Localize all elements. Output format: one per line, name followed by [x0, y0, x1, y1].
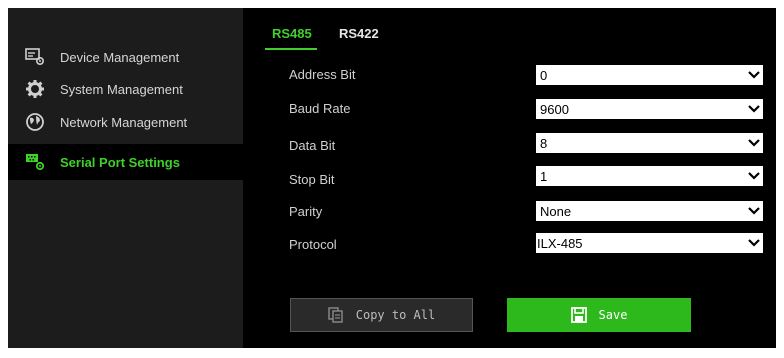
- chevron-down-icon: [745, 99, 763, 119]
- baud-rate-select[interactable]: 9600: [536, 99, 763, 119]
- address-bit-label: Address Bit: [289, 67, 356, 82]
- copy-to-all-label: Copy to All: [355, 308, 436, 322]
- serial-port-icon: [24, 151, 46, 173]
- sidebar-item-label: Device Management: [60, 49, 180, 65]
- stop-bit-value: 1: [540, 168, 548, 184]
- sidebar-item-serial-port-settings[interactable]: Serial Port Settings: [8, 144, 243, 180]
- parity-select[interactable]: None: [536, 201, 763, 221]
- sidebar-item-network-management[interactable]: Network Management: [8, 104, 243, 140]
- sidebar: Device Management System Management Netw…: [8, 8, 243, 348]
- sidebar-item-device-management[interactable]: Device Management: [8, 39, 243, 75]
- protocol-value: ILX-485: [537, 235, 583, 251]
- sidebar-item-label: System Management: [60, 81, 183, 97]
- parity-label: Parity: [289, 204, 323, 219]
- tab-rs485[interactable]: RS485: [272, 26, 312, 41]
- data-bit-label: Data Bit: [289, 138, 336, 153]
- chevron-down-icon: [745, 233, 763, 253]
- chevron-down-icon: [745, 201, 763, 221]
- chevron-down-icon: [745, 166, 763, 186]
- stop-bit-select[interactable]: 1: [536, 166, 763, 186]
- device-management-icon: [24, 46, 46, 68]
- save-label: Save: [598, 308, 628, 322]
- address-bit-select[interactable]: 0: [536, 65, 763, 85]
- data-bit-value: 8: [540, 135, 548, 151]
- save-icon: [570, 307, 587, 323]
- sidebar-item-label: Serial Port Settings: [60, 154, 180, 170]
- sidebar-item-label: Network Management: [60, 114, 188, 130]
- stop-bit-label: Stop Bit: [289, 172, 335, 187]
- save-button[interactable]: Save: [507, 298, 691, 332]
- sidebar-item-system-management[interactable]: System Management: [8, 71, 243, 107]
- main-panel: RS485 RS422 Address Bit 0 Baud Rate 9600…: [243, 8, 776, 348]
- gear-icon: [24, 78, 46, 100]
- baud-rate-label: Baud Rate: [289, 101, 351, 116]
- baud-rate-value: 9600: [540, 101, 569, 117]
- copy-icon: [328, 307, 344, 323]
- address-bit-value: 0: [540, 67, 548, 83]
- active-tab-indicator: [265, 48, 317, 50]
- globe-icon: [24, 111, 46, 133]
- data-bit-select[interactable]: 8: [536, 133, 763, 153]
- protocol-select[interactable]: ILX-485: [536, 233, 763, 253]
- tab-rs422[interactable]: RS422: [339, 26, 379, 41]
- chevron-down-icon: [745, 65, 763, 85]
- parity-value: None: [540, 203, 572, 219]
- copy-to-all-button[interactable]: Copy to All: [290, 298, 473, 332]
- protocol-label: Protocol: [289, 237, 337, 252]
- chevron-down-icon: [745, 133, 763, 153]
